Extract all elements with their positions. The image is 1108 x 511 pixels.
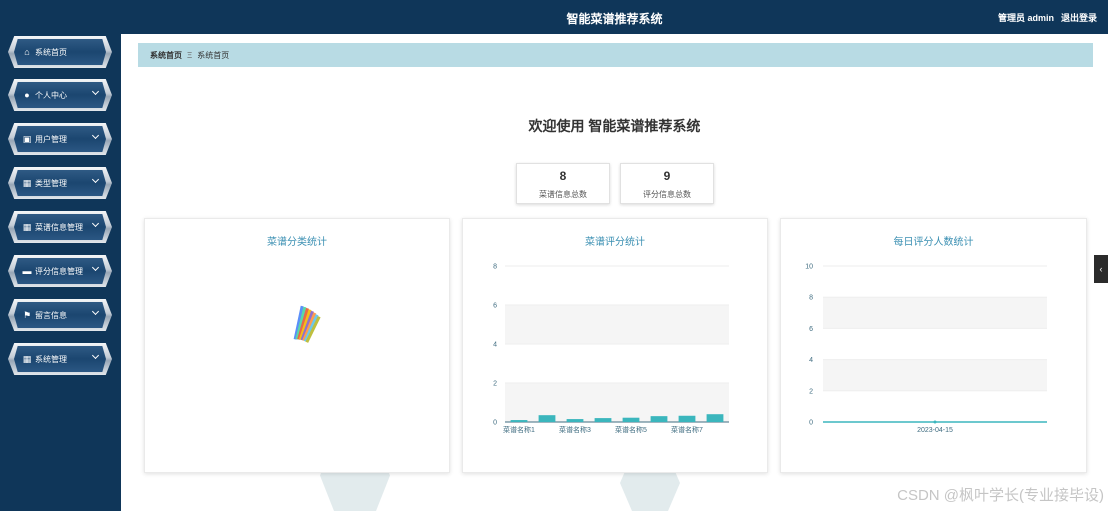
bar [594,418,612,422]
sidebar-item-label: 个人中心 [35,90,67,100]
bar [510,420,528,422]
grid-icon: ▦ [22,178,32,188]
sidebar-item-label: 菜谱信息管理 [35,222,83,232]
grid-band [823,359,1047,391]
x-tick-label: 菜谱名称7 [671,425,703,434]
y-tick-label: 0 [809,420,813,427]
breadcrumb-item-current: 系统首页 [197,50,230,60]
y-tick-label: 4 [809,357,813,364]
sidebar-item-label: 评分信息管理 [35,266,83,276]
stat-value: 9 [663,169,671,183]
side-panel-toggle[interactable]: ‹ [1094,255,1108,283]
sidebar-item-label: 留言信息 [35,310,67,320]
welcome-title: 欢迎使用 智能菜谱推荐系统 [528,118,701,134]
y-tick-label: 2 [809,388,813,395]
y-tick-label: 6 [493,303,497,310]
y-tick-label: 0 [493,420,497,427]
logout-button[interactable]: 退出登录 [1061,11,1097,24]
sidebar-item-label: 系统首页 [35,47,67,57]
x-tick-label: 菜谱名称1 [503,425,535,434]
pie-chart [293,305,321,343]
y-tick-label: 2 [493,381,497,388]
clipboard-icon: ▣ [22,134,32,144]
sidebar-item-label: 类型管理 [35,178,67,188]
stat-value: 8 [559,169,567,183]
y-tick-label: 10 [805,264,813,271]
top-bar: 智能菜谱推荐系统 管理员 admin 退出登录 [121,0,1108,34]
breadcrumb-item-home[interactable]: 系统首页 [150,50,182,61]
comment-icon: ▬ [22,266,32,276]
stat-label: 菜谱信息总数 [539,190,587,199]
bar-chart: 0 2 4 6 8 菜谱名称1 菜谱名称3 菜谱名称5 菜谱名称7 [493,264,729,434]
sidebar-item-personal-center[interactable]: ● 个人中心 [8,79,112,111]
grid-icon: ▦ [22,354,32,364]
watermark: CSDN @枫叶学长(专业接毕设) [897,487,1104,504]
bar [622,417,640,422]
stat-card-ratings: 9 评分信息总数 [620,163,714,204]
bar [678,415,696,422]
stat-card-recipes: 8 菜谱信息总数 [516,163,610,204]
stat-label: 评分信息总数 [643,190,691,199]
bar [650,416,668,422]
home-icon: ⌂ [24,47,30,57]
x-tick-label: 菜谱名称3 [559,425,591,434]
sidebar-item-type-management[interactable]: ▦ 类型管理 [8,167,112,199]
breadcrumb-separator: Ξ [187,50,193,60]
grid-band [505,305,729,344]
grid-icon: ▦ [22,222,32,232]
sidebar: ⌂ 系统首页 ● 个人中心 ▣ 用户管理 ▦ 类型管理 ▦ 菜谱信息管理 ▬ 评… [0,0,121,511]
sidebar-item-label: 用户管理 [35,134,67,144]
x-tick-label: 菜谱名称5 [615,425,647,434]
data-point [933,420,937,424]
chart-card-category: 菜谱分类统计 [144,218,450,473]
y-tick-label: 8 [809,295,813,302]
sidebar-item-rating-management[interactable]: ▬ 评分信息管理 [8,255,112,287]
sidebar-item-recipe-management[interactable]: ▦ 菜谱信息管理 [8,211,112,243]
bar [706,414,724,422]
breadcrumb: 系统首页 Ξ 系统首页 [138,43,1093,67]
user-icon: ● [24,90,30,100]
sidebar-item-label: 系统管理 [35,354,67,364]
user-info: 管理员 admin [997,13,1054,23]
sidebar-item-messages[interactable]: ⚑ 留言信息 [8,299,112,331]
sidebar-item-user-management[interactable]: ▣ 用户管理 [8,123,112,155]
bar [538,415,556,422]
y-tick-label: 6 [809,326,813,333]
y-tick-label: 8 [493,264,497,271]
flag-icon: ⚑ [22,310,32,320]
chart-card-rating: 菜谱评分统计 0 2 4 6 8 菜谱名称1 菜谱名称3 菜谱名称5 菜谱名称7 [462,218,768,473]
grid-band [823,297,1047,329]
sidebar-item-system-management[interactable]: ▦ 系统管理 [8,343,112,375]
grid-band [505,383,729,422]
sidebar-item-home[interactable]: ⌂ 系统首页 [8,36,112,68]
chart-card-daily: 每日评分人数统计 0 2 4 6 8 10 2023-04-15 [780,218,1087,473]
line-chart: 0 2 4 6 8 10 2023-04-15 [805,264,1047,434]
y-tick-label: 4 [493,342,497,349]
app-title: 智能菜谱推荐系统 [566,12,663,26]
bar [566,419,584,422]
x-tick-label: 2023-04-15 [917,427,953,434]
